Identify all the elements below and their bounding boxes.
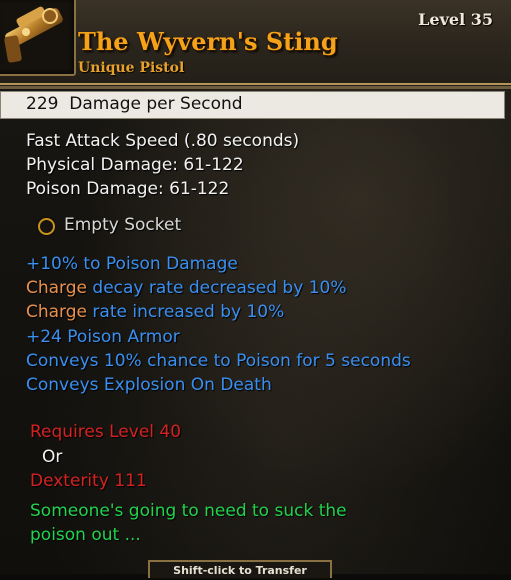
attack-speed: Fast Attack Speed (.80 seconds) bbox=[26, 131, 300, 151]
charge-decay-text: decay rate decreased by 10% bbox=[92, 278, 347, 298]
shift-click-transfer-hint[interactable]: Shift-click to Transfer bbox=[148, 560, 332, 578]
flavor-text-line1: Someone's going to need to suck the bbox=[30, 501, 347, 521]
modifier-poison-damage: +10% to Poison Damage bbox=[26, 254, 238, 274]
dps-value: 229 Damage per Second bbox=[26, 94, 243, 114]
header-divider bbox=[0, 83, 511, 85]
charge-keyword: Charge bbox=[26, 302, 88, 322]
item-type: Unique Pistol bbox=[78, 60, 185, 76]
requirement-or: Or bbox=[42, 447, 63, 467]
item-name: The Wyvern's Sting bbox=[78, 27, 338, 56]
modifier-charge-rate: Charge rate increased by 10% bbox=[26, 302, 284, 322]
modifier-charge-decay: Charge decay rate decreased by 10% bbox=[26, 278, 346, 298]
flavor-text-line2: poison out ... bbox=[30, 525, 141, 545]
charge-keyword: Charge bbox=[26, 278, 88, 298]
pistol-icon bbox=[4, 6, 63, 63]
empty-socket-label: Empty Socket bbox=[64, 215, 182, 235]
item-level: Level 35 bbox=[418, 10, 493, 29]
physical-damage: Physical Damage: 61-122 bbox=[26, 155, 244, 175]
modifier-conveys-explosion: Conveys Explosion On Death bbox=[26, 375, 272, 395]
requirement-dexterity: Dexterity 111 bbox=[30, 471, 147, 491]
requirement-level: Requires Level 40 bbox=[30, 422, 182, 442]
charge-rate-text: rate increased by 10% bbox=[92, 302, 285, 322]
modifier-poison-armor: +24 Poison Armor bbox=[26, 327, 180, 347]
poison-damage: Poison Damage: 61-122 bbox=[26, 179, 230, 199]
modifier-conveys-poison: Conveys 10% chance to Poison for 5 secon… bbox=[26, 351, 411, 371]
item-icon-frame bbox=[0, 0, 76, 76]
empty-socket-icon bbox=[38, 218, 55, 235]
